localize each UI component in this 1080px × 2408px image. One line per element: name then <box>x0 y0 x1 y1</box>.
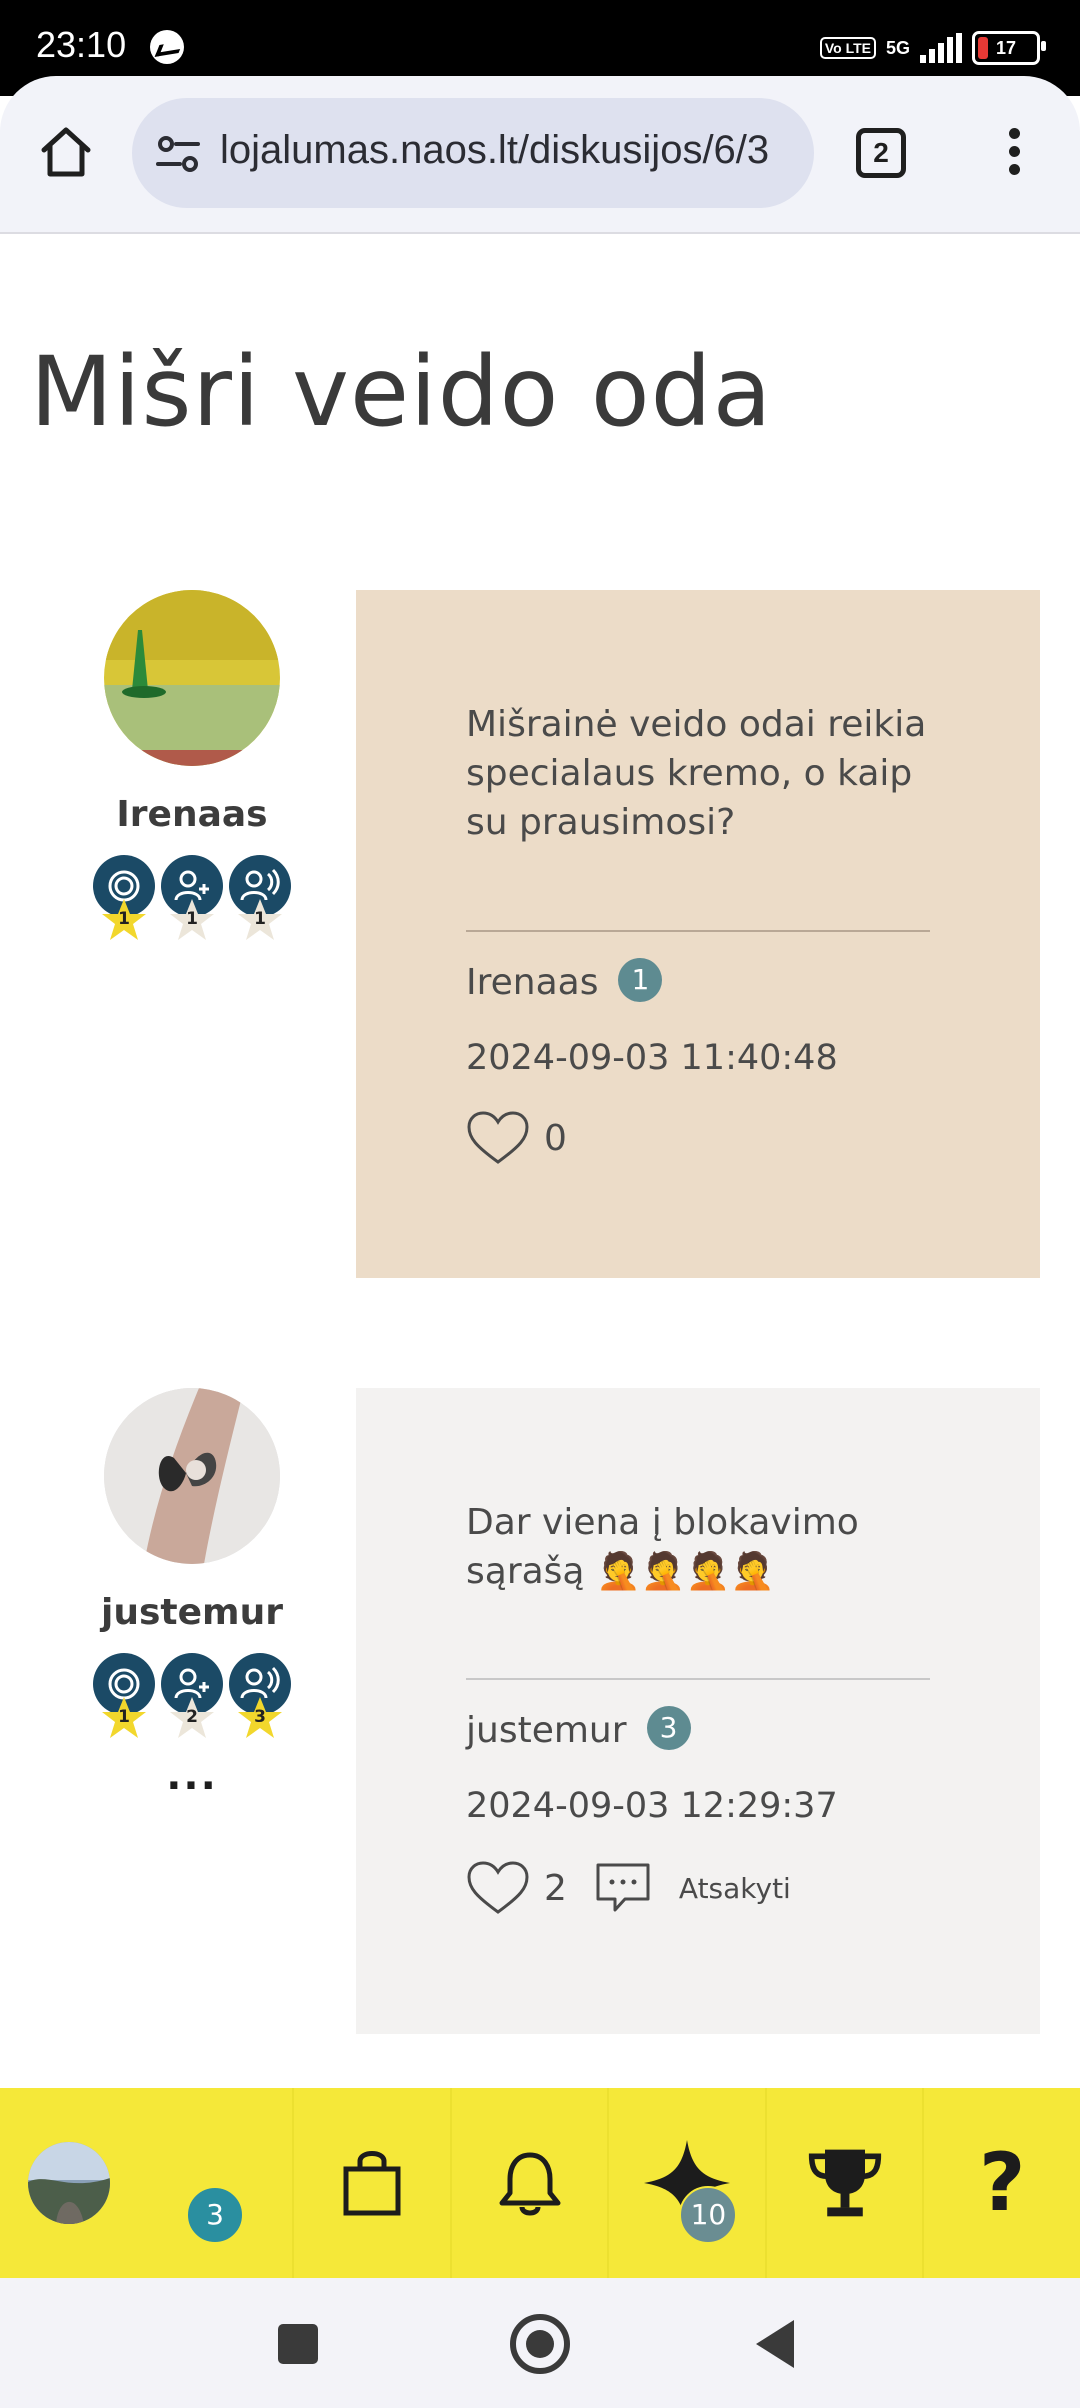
nav-help[interactable]: ? <box>924 2088 1080 2278</box>
tab-switcher-button[interactable]: 2 <box>856 128 906 178</box>
avatar[interactable] <box>104 1388 280 1564</box>
recent-apps-icon[interactable] <box>278 2324 318 2364</box>
messenger-icon <box>150 30 184 64</box>
status-icons: Vo LTE 5G 17 <box>819 28 1046 68</box>
post-author-name[interactable]: justemur <box>466 1710 627 1751</box>
page-title: Mišri veido oda <box>30 336 773 448</box>
badge-level: 1 <box>254 909 266 929</box>
reply-button[interactable]: Atsakyti <box>679 1872 791 1905</box>
post-author: justemur 1 2 3 ... <box>92 1388 292 1796</box>
home-icon[interactable] <box>36 122 96 182</box>
browser-menu-icon[interactable] <box>1000 128 1028 180</box>
post-divider <box>466 930 930 932</box>
user-avatar[interactable] <box>28 2142 110 2224</box>
back-icon[interactable] <box>756 2320 794 2368</box>
post-text: Mišrainė veido odai reikia specialaus kr… <box>466 704 927 843</box>
signal-icon <box>920 33 962 63</box>
heart-icon[interactable] <box>466 1110 530 1166</box>
avatar[interactable] <box>104 590 280 766</box>
more-options-button[interactable]: ... <box>92 1756 292 1796</box>
award-badge-icon: 1 <box>93 855 155 945</box>
badge-level: 1 <box>118 1707 130 1727</box>
battery-level: 17 <box>995 37 1017 58</box>
nav-profile[interactable]: 3 <box>0 2088 295 2278</box>
post-count-badge: 1 <box>618 958 663 1002</box>
system-navigation-bar <box>0 2278 1080 2408</box>
add-friend-badge-icon: 1 <box>161 855 223 945</box>
shopping-bag-icon[interactable] <box>336 2147 408 2219</box>
site-settings-icon[interactable] <box>154 130 202 178</box>
like-count: 0 <box>544 1117 567 1159</box>
trophy-icon[interactable] <box>800 2143 890 2223</box>
badge-level: 2 <box>186 1707 198 1727</box>
heart-icon[interactable] <box>466 1860 530 1916</box>
post-author: Irenaas 1 1 1 <box>92 590 292 945</box>
post-meta: Irenaas 1 <box>466 958 663 1006</box>
speaker-badge-icon: 3 <box>229 1653 291 1743</box>
achievement-badges: 1 1 1 <box>92 855 292 945</box>
status-time: 23:10 <box>36 24 127 65</box>
profile-badge: 3 <box>186 2186 244 2244</box>
badge-level: 1 <box>186 909 198 929</box>
volte-icon: Vo LTE <box>819 37 876 59</box>
post-date: 2024-09-03 11:40:48 <box>466 1038 838 1078</box>
nav-rewards[interactable]: 10 <box>609 2088 767 2278</box>
nav-notifications[interactable] <box>452 2088 610 2278</box>
network-type: 5G <box>885 37 910 58</box>
badge-level: 1 <box>118 909 130 929</box>
achievement-badges: 1 2 3 <box>92 1653 292 1743</box>
post-count-badge: 3 <box>646 1706 691 1750</box>
url-text[interactable]: lojalumas.naos.lt/diskusijos/6/3 <box>220 128 798 173</box>
home-system-icon[interactable] <box>510 2314 570 2374</box>
post-date: 2024-09-03 12:29:37 <box>466 1786 838 1826</box>
post-card: Dar viena į blokavimo sąrašą 🤦🤦🤦🤦 justem… <box>356 1388 1040 2034</box>
add-friend-badge-icon: 2 <box>161 1653 223 1743</box>
reply-icon[interactable] <box>595 1862 651 1914</box>
post-text: Dar viena į blokavimo sąrašą 🤦🤦🤦🤦 <box>466 1502 859 1592</box>
speaker-badge-icon: 1 <box>229 855 291 945</box>
browser-toolbar: lojalumas.naos.lt/diskusijos/6/3 2 <box>0 76 1080 234</box>
author-name[interactable]: Irenaas <box>92 794 292 835</box>
post-card: Mišrainė veido odai reikia specialaus kr… <box>356 590 1040 1278</box>
bell-icon[interactable] <box>494 2147 566 2219</box>
post-actions: 2 Atsakyti <box>466 1860 791 1916</box>
bottom-navigation: 3 10 ? <box>0 2088 1080 2278</box>
post-author-name[interactable]: Irenaas <box>466 962 598 1003</box>
post-meta: justemur 3 <box>466 1706 691 1754</box>
post-actions: 0 <box>466 1110 567 1166</box>
post-divider <box>466 1678 930 1680</box>
nav-shop[interactable] <box>294 2088 452 2278</box>
badge-level: 3 <box>254 1707 266 1727</box>
battery-icon: 17 <box>972 31 1046 65</box>
nav-achievements[interactable] <box>767 2088 925 2278</box>
like-count: 2 <box>544 1867 567 1909</box>
address-bar[interactable]: lojalumas.naos.lt/diskusijos/6/3 <box>132 98 814 208</box>
award-badge-icon: 1 <box>93 1653 155 1743</box>
help-icon[interactable]: ? <box>979 2143 1025 2223</box>
rewards-badge: 10 <box>679 2186 738 2244</box>
author-name[interactable]: justemur <box>92 1592 292 1633</box>
